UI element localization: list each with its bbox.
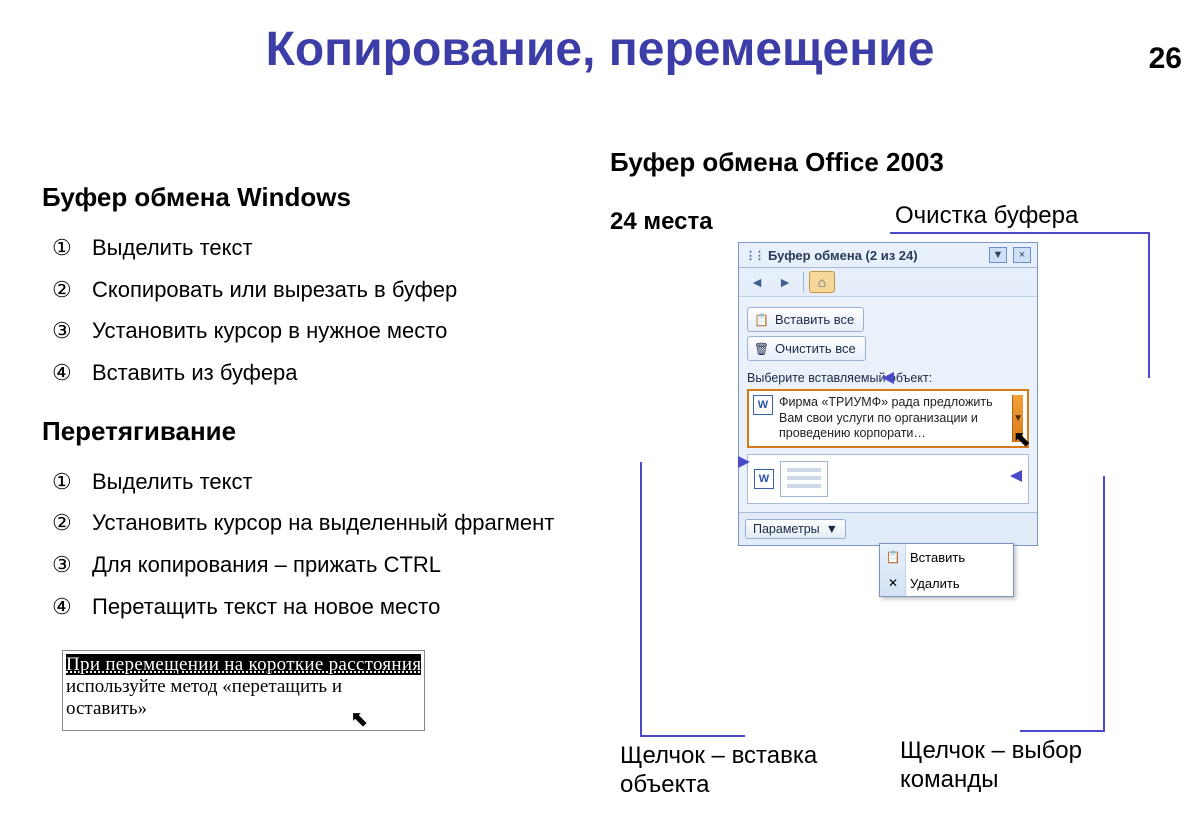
menu-item-paste[interactable]: 📋 Вставить	[880, 544, 1013, 570]
item-dropdown-handle[interactable]: ▼	[1012, 395, 1023, 442]
paste-icon: 📋	[884, 548, 902, 566]
windows-steps-list: ① Выделить текст ② Скопировать или вырезат…	[42, 227, 582, 394]
nav-home-button[interactable]: ⌂	[809, 271, 835, 293]
drag-example-text: используйте метод «перетащить и	[66, 676, 342, 697]
bullet-icon: ②	[52, 275, 72, 305]
pane-title: Буфер обмена (2 из 24)	[768, 248, 918, 263]
button-label: Вставить все	[775, 312, 854, 327]
bullet-icon: ①	[52, 233, 72, 263]
options-button[interactable]: Параметры ▼	[745, 519, 846, 539]
clipboard-item-text: Фирма «ТРИУМФ» рада предложить Вам свои …	[779, 395, 1012, 442]
list-item-text: Выделить текст	[92, 235, 253, 260]
slide-title: Копирование, перемещение	[0, 22, 1200, 77]
pane-body: 📋 Вставить все 🗑 Очистить все Выберите в…	[739, 297, 1037, 512]
subhead-count: 24 места	[610, 208, 713, 236]
page-number: 26	[1149, 42, 1182, 76]
list-item: ③ Установить курсор в нужное место	[42, 310, 582, 352]
list-item: ④ Перетащить текст на новое место	[42, 586, 582, 628]
section-office-title: Буфер обмена Office 2003	[610, 147, 1190, 178]
annot-click-menu: Щелчок – выбор команды	[900, 737, 1160, 795]
annot-clear-buffer: Очистка буфера	[895, 202, 1078, 230]
arrow-head-icon	[882, 372, 894, 384]
bullet-icon: ②	[52, 508, 72, 538]
word-doc-icon: W	[753, 395, 773, 415]
paste-icon: 📋	[753, 311, 770, 328]
pane-titlebar: ⋮⋮ Буфер обмена (2 из 24) ▼ ×	[739, 243, 1037, 268]
clipboard-item[interactable]: W	[747, 454, 1029, 504]
list-item: ① Выделить текст	[42, 461, 582, 503]
list-item-text: Перетащить текст на новое место	[92, 594, 440, 619]
list-item-text: Для копирования – прижать CTRL	[92, 552, 441, 577]
list-item: ① Выделить текст	[42, 227, 582, 269]
separator	[803, 272, 804, 292]
drag-steps-list: ① Выделить текст ② Установить курсор на вы…	[42, 461, 582, 628]
button-label: Параметры	[753, 522, 820, 536]
menu-item-label: Вставить	[910, 550, 965, 565]
list-item-text: Установить курсор на выделенный фрагмент	[92, 510, 554, 535]
drag-example-text: оставить»	[66, 698, 147, 719]
nav-forward-button[interactable]: ►	[772, 271, 798, 293]
annot-click-insert: Щелчок – вставка объекта	[620, 742, 850, 800]
list-item-text: Скопировать или вырезать в буфер	[92, 277, 457, 302]
left-column: Буфер обмена Windows ① Выделить текст ② Ск…	[42, 172, 582, 731]
clipboard-task-pane: ⋮⋮ Буфер обмена (2 из 24) ▼ × ◄ ► ⌂ 📋 Вс…	[738, 242, 1038, 546]
list-item-text: Выделить текст	[92, 469, 253, 494]
context-menu: 📋 Вставить ✕ Удалить	[879, 543, 1014, 597]
clipboard-item-selected[interactable]: W Фирма «ТРИУМФ» рада предложить Вам сво…	[747, 389, 1029, 448]
list-item: ② Скопировать или вырезать в буфер	[42, 269, 582, 311]
delete-icon: ✕	[884, 574, 902, 592]
dropdown-button[interactable]: ▼	[989, 247, 1007, 263]
arrow-head-icon	[1010, 470, 1022, 482]
menu-item-label: Удалить	[910, 576, 960, 591]
nav-back-button[interactable]: ◄	[744, 271, 770, 293]
close-button[interactable]: ×	[1013, 247, 1031, 263]
list-item: ② Установить курсор на выделенный фрагмен…	[42, 502, 582, 544]
bullet-icon: ④	[52, 592, 72, 622]
bullet-icon: ③	[52, 550, 72, 580]
cursor-icon: ⬉	[350, 706, 368, 732]
section-drag-title: Перетягивание	[42, 416, 582, 447]
list-item-text: Вставить из буфера	[92, 360, 298, 385]
clear-all-button[interactable]: 🗑 Очистить все	[747, 336, 866, 361]
bullet-icon: ④	[52, 358, 72, 388]
drag-example-selected-text: При перемещении на короткие расстояния	[66, 654, 421, 675]
menu-item-delete[interactable]: ✕ Удалить	[880, 570, 1013, 596]
callout-line	[640, 462, 745, 737]
bullet-icon: ①	[52, 467, 72, 497]
section-windows-title: Буфер обмена Windows	[42, 182, 582, 213]
chevron-down-icon: ▼	[826, 522, 838, 536]
bullet-icon: ③	[52, 316, 72, 346]
clip-thumbnail	[780, 461, 828, 497]
list-item: ④ Вставить из буфера	[42, 352, 582, 394]
word-doc-icon: W	[754, 469, 774, 489]
pane-navbar: ◄ ► ⌂	[739, 268, 1037, 297]
paste-all-button[interactable]: 📋 Вставить все	[747, 307, 864, 332]
arrow-head-icon	[738, 456, 750, 468]
clear-icon: 🗑	[753, 340, 770, 357]
drag-example-box: При перемещении на короткие расстояния и…	[62, 650, 425, 731]
options-bar: Параметры ▼	[739, 512, 1037, 545]
grip-icon[interactable]: ⋮⋮	[745, 249, 763, 262]
list-item-text: Установить курсор в нужное место	[92, 318, 447, 343]
list-item: ③ Для копирования – прижать CTRL	[42, 544, 582, 586]
button-label: Очистить все	[775, 341, 856, 356]
